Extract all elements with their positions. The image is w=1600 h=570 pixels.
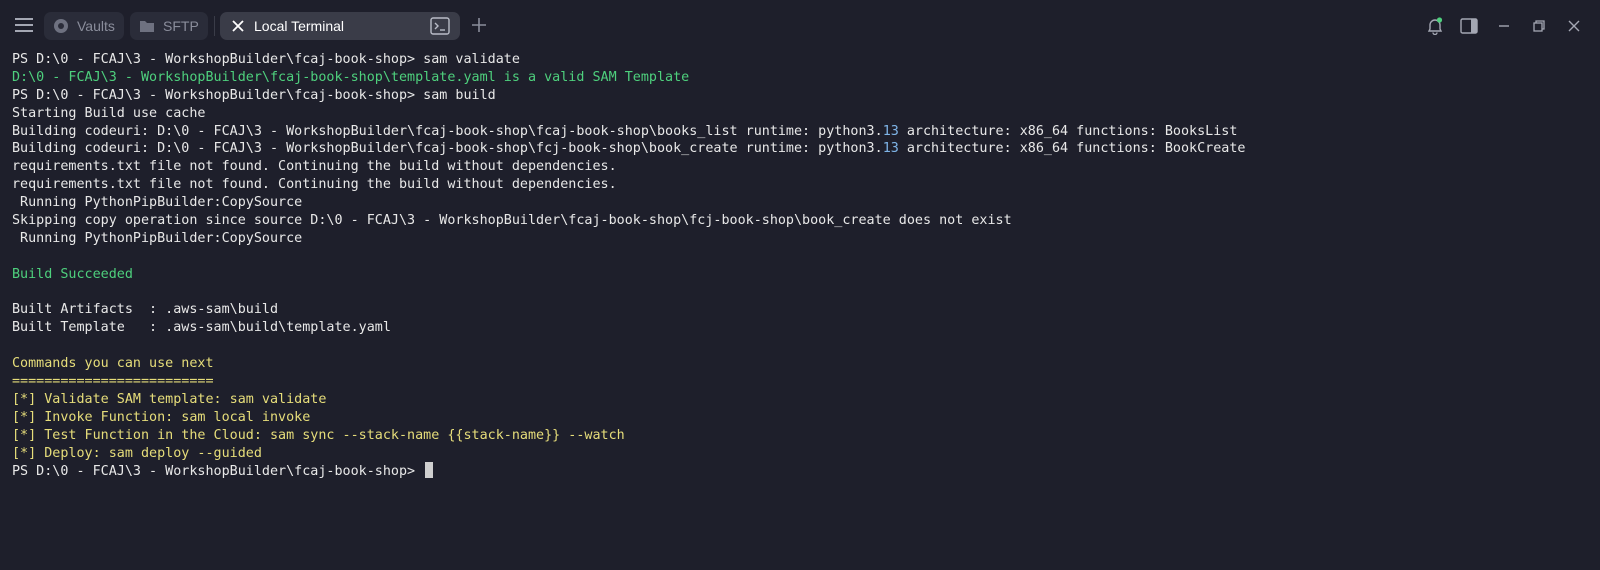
terminal-text: [*] Deploy: sam deploy --guided <box>12 445 262 461</box>
terminal-text: 13 <box>882 141 899 157</box>
terminal-line: Built Template : .aws-sam\build\template… <box>12 319 1592 337</box>
terminal-line: [*] Validate SAM template: sam validate <box>12 391 1592 409</box>
tab-label: Local Terminal <box>254 18 345 34</box>
folder-icon <box>139 18 155 34</box>
terminal-line: [*] Invoke Function: sam local invoke <box>12 409 1592 427</box>
terminal-line: requirements.txt file not found. Continu… <box>12 158 1592 176</box>
title-bar: Vaults SFTP Local Terminal <box>0 0 1600 52</box>
terminal-line: D:\0 - FCAJ\3 - WorkshopBuilder\fcaj-boo… <box>12 69 1592 87</box>
terminal-text: Built Template : .aws-sam\build\template… <box>12 320 391 336</box>
terminal-text: Starting Build use cache <box>12 105 206 121</box>
terminal-line: [*] Deploy: sam deploy --guided <box>12 445 1592 463</box>
terminal-line: PS D:\0 - FCAJ\3 - WorkshopBuilder\fcaj-… <box>12 87 1592 105</box>
terminal-text: Building codeuri: D:\0 - FCAJ\3 - Worksh… <box>12 141 883 157</box>
hamburger-menu-icon[interactable] <box>14 15 34 35</box>
minimize-icon[interactable] <box>1494 16 1514 36</box>
tab-label: SFTP <box>163 18 199 34</box>
tab-local-terminal[interactable]: Local Terminal <box>220 12 460 40</box>
terminal-icon <box>430 17 450 35</box>
terminal-cursor[interactable] <box>425 462 434 479</box>
terminal-text: 13 <box>882 123 899 139</box>
terminal-text: [*] Test Function in the Cloud: sam sync… <box>12 427 625 443</box>
terminal-line: ========================= <box>12 373 1592 391</box>
bell-icon[interactable] <box>1425 16 1445 36</box>
terminal-line: Building codeuri: D:\0 - FCAJ\3 - Worksh… <box>12 140 1592 158</box>
terminal-line: Starting Build use cache <box>12 105 1592 123</box>
terminal-line: PS D:\0 - FCAJ\3 - WorkshopBuilder\fcaj-… <box>12 462 1592 480</box>
terminal-text: PS D:\0 - FCAJ\3 - WorkshopBuilder\fcaj-… <box>12 52 520 67</box>
terminal-text: Skipping copy operation since source D:\… <box>12 213 1012 229</box>
terminal-line: Running PythonPipBuilder:CopySource <box>12 194 1592 212</box>
tab-sftp[interactable]: SFTP <box>130 12 208 40</box>
tab-divider <box>214 16 215 36</box>
terminal-text: D:\0 - FCAJ\3 - WorkshopBuilder\fcaj-boo… <box>12 69 690 85</box>
terminal-text: [*] Invoke Function: sam local invoke <box>12 409 311 425</box>
terminal-text: PS D:\0 - FCAJ\3 - WorkshopBuilder\fcaj-… <box>12 464 424 480</box>
side-panel-icon[interactable] <box>1459 16 1479 36</box>
terminal-text: Building codeuri: D:\0 - FCAJ\3 - Worksh… <box>12 123 883 139</box>
terminal-text: Running PythonPipBuilder:CopySource <box>12 230 303 246</box>
terminal-text: architecture: x86_64 functions: BookCrea… <box>898 141 1246 157</box>
terminal-line: Build Succeeded <box>12 266 1592 284</box>
terminal-line: Built Artifacts : .aws-sam\build <box>12 301 1592 319</box>
terminal-text: Running PythonPipBuilder:CopySource <box>12 195 303 211</box>
terminal-text: architecture: x86_64 functions: BooksLis… <box>898 123 1238 139</box>
terminal-output[interactable]: PS D:\0 - FCAJ\3 - WorkshopBuilder\fcaj-… <box>12 51 1592 561</box>
restore-icon[interactable] <box>1529 16 1549 36</box>
terminal-text: [*] Validate SAM template: sam validate <box>12 391 327 407</box>
new-tab-plus-icon[interactable] <box>470 16 490 36</box>
terminal-line: Skipping copy operation since source D:\… <box>12 212 1592 230</box>
window-close-icon[interactable] <box>1564 16 1584 36</box>
vault-icon <box>53 18 69 34</box>
terminal-line: Running PythonPipBuilder:CopySource <box>12 230 1592 248</box>
terminal-text: Build Succeeded <box>12 266 133 282</box>
terminal-line: PS D:\0 - FCAJ\3 - WorkshopBuilder\fcaj-… <box>12 51 1592 69</box>
terminal-text: ========================= <box>12 374 214 390</box>
terminal-text: requirements.txt file not found. Continu… <box>12 177 617 193</box>
tab-vaults[interactable]: Vaults <box>44 12 124 40</box>
terminal-text: Commands you can use next <box>12 356 214 372</box>
close-icon[interactable] <box>230 18 246 34</box>
terminal-text: requirements.txt file not found. Continu… <box>12 159 617 175</box>
terminal-text: Built Artifacts : .aws-sam\build <box>12 302 279 318</box>
terminal-line: Commands you can use next <box>12 355 1592 373</box>
terminal-text: PS D:\0 - FCAJ\3 - WorkshopBuilder\fcaj-… <box>12 87 496 103</box>
terminal-line: [*] Test Function in the Cloud: sam sync… <box>12 427 1592 445</box>
tab-label: Vaults <box>77 18 115 34</box>
terminal-line: Building codeuri: D:\0 - FCAJ\3 - Worksh… <box>12 123 1592 141</box>
terminal-line: requirements.txt file not found. Continu… <box>12 176 1592 194</box>
